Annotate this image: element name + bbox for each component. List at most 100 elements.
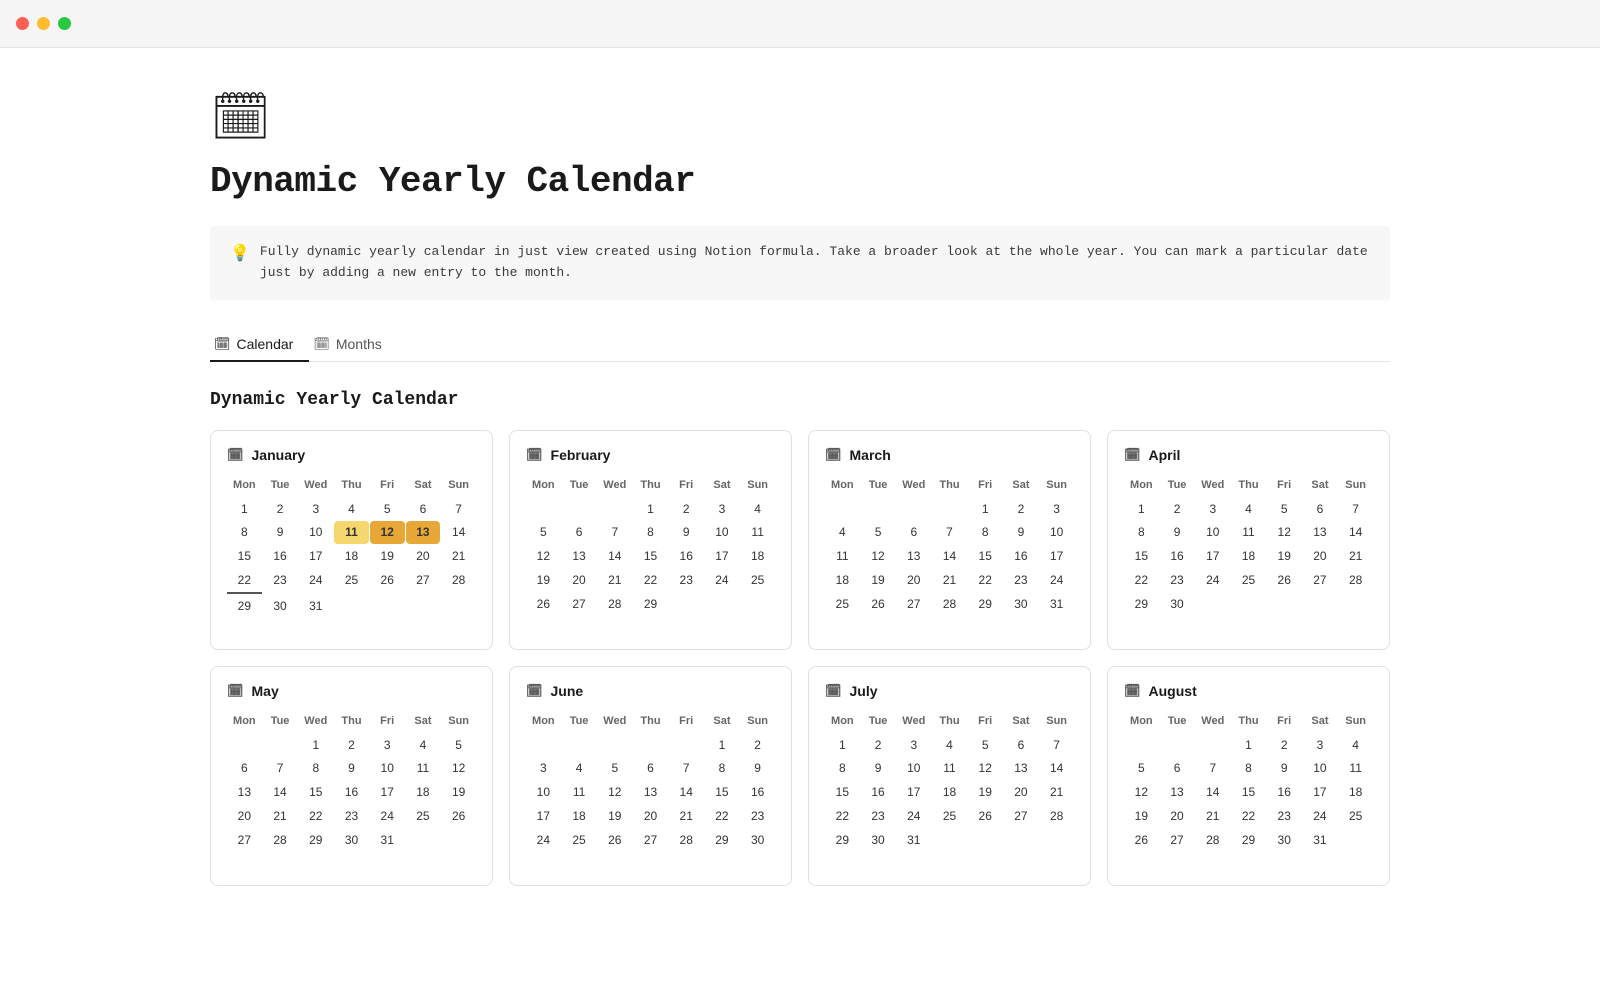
day-cell[interactable] [1195, 593, 1230, 616]
day-cell[interactable] [1039, 829, 1074, 852]
day-cell[interactable]: 8 [227, 521, 262, 544]
day-cell[interactable]: 21 [1195, 805, 1230, 828]
day-cell[interactable]: 17 [1039, 545, 1074, 568]
day-cell[interactable]: 1 [298, 734, 333, 757]
day-cell[interactable]: 16 [1160, 545, 1195, 568]
day-cell[interactable]: 26 [370, 569, 405, 594]
day-cell[interactable]: 27 [896, 593, 931, 616]
day-cell[interactable]: 14 [1039, 757, 1074, 780]
day-cell[interactable]: 1 [227, 498, 262, 521]
day-cell[interactable]: 22 [825, 805, 860, 828]
day-cell[interactable]: 8 [968, 521, 1003, 544]
day-cell[interactable]: 16 [669, 545, 704, 568]
day-cell[interactable]: 16 [740, 781, 775, 804]
day-cell[interactable]: 14 [441, 521, 476, 544]
day-cell[interactable] [406, 595, 441, 618]
day-cell[interactable]: 9 [1267, 757, 1302, 780]
day-cell[interactable]: 18 [740, 545, 775, 568]
day-cell[interactable]: 30 [861, 829, 896, 852]
day-cell[interactable]: 23 [740, 805, 775, 828]
day-cell[interactable]: 12 [1267, 521, 1302, 544]
day-cell[interactable]: 8 [825, 757, 860, 780]
day-cell[interactable]: 23 [669, 569, 704, 592]
day-cell[interactable]: 19 [370, 545, 405, 568]
day-cell[interactable]: 1 [1124, 498, 1159, 521]
day-cell[interactable]: 11 [1338, 757, 1373, 780]
day-cell[interactable]: 30 [1160, 593, 1195, 616]
day-cell[interactable]: 26 [968, 805, 1003, 828]
day-cell[interactable]: 11 [932, 757, 967, 780]
day-cell[interactable]: 22 [705, 805, 740, 828]
day-cell[interactable]: 18 [1231, 545, 1266, 568]
day-cell[interactable]: 31 [1039, 593, 1074, 616]
day-cell[interactable]: 15 [705, 781, 740, 804]
day-cell[interactable]: 12 [861, 545, 896, 568]
day-cell[interactable]: 23 [263, 569, 298, 594]
day-cell[interactable]: 13 [1160, 781, 1195, 804]
day-cell[interactable]: 3 [705, 498, 740, 521]
day-cell[interactable]: 16 [861, 781, 896, 804]
day-cell[interactable]: 9 [669, 521, 704, 544]
day-cell[interactable]: 24 [526, 829, 561, 852]
day-cell[interactable]: 5 [441, 734, 476, 757]
day-cell[interactable]: 9 [1160, 521, 1195, 544]
day-cell[interactable]: 12 [968, 757, 1003, 780]
day-cell[interactable]: 29 [705, 829, 740, 852]
day-cell[interactable] [1303, 593, 1338, 616]
day-cell[interactable]: 26 [597, 829, 632, 852]
day-cell[interactable]: 21 [932, 569, 967, 592]
day-cell[interactable]: 19 [597, 805, 632, 828]
day-cell[interactable]: 27 [406, 569, 441, 594]
day-cell[interactable]: 30 [263, 595, 298, 618]
minimize-button[interactable] [37, 17, 50, 30]
day-cell[interactable]: 6 [633, 757, 668, 780]
day-cell[interactable]: 18 [932, 781, 967, 804]
day-cell[interactable]: 12 [597, 781, 632, 804]
day-cell[interactable]: 2 [1160, 498, 1195, 521]
day-cell[interactable] [633, 734, 668, 757]
day-cell[interactable]: 24 [1039, 569, 1074, 592]
day-cell[interactable]: 7 [1195, 757, 1230, 780]
day-cell[interactable]: 26 [526, 593, 561, 616]
day-cell[interactable]: 6 [227, 757, 262, 780]
day-cell[interactable]: 20 [896, 569, 931, 592]
day-cell[interactable]: 9 [1004, 521, 1039, 544]
day-cell[interactable] [705, 593, 740, 616]
day-cell[interactable]: 6 [1004, 734, 1039, 757]
day-cell[interactable]: 20 [1303, 545, 1338, 568]
day-cell[interactable]: 16 [334, 781, 369, 804]
day-cell[interactable]: 18 [1338, 781, 1373, 804]
day-cell[interactable]: 27 [1160, 829, 1195, 852]
day-cell[interactable]: 15 [968, 545, 1003, 568]
day-cell[interactable]: 10 [370, 757, 405, 780]
day-cell[interactable]: 13 [633, 781, 668, 804]
day-cell[interactable]: 18 [334, 545, 369, 568]
day-cell[interactable]: 26 [1124, 829, 1159, 852]
day-cell[interactable]: 4 [1231, 498, 1266, 521]
day-cell[interactable] [597, 498, 632, 521]
day-cell[interactable]: 18 [825, 569, 860, 592]
day-cell[interactable]: 14 [669, 781, 704, 804]
day-cell[interactable]: 30 [740, 829, 775, 852]
day-cell[interactable]: 26 [861, 593, 896, 616]
day-cell[interactable] [526, 734, 561, 757]
day-cell[interactable]: 19 [861, 569, 896, 592]
day-cell[interactable]: 29 [633, 593, 668, 616]
day-cell[interactable] [1231, 593, 1266, 616]
day-cell[interactable] [406, 829, 441, 852]
day-cell[interactable]: 19 [441, 781, 476, 804]
day-cell[interactable]: 7 [1338, 498, 1373, 521]
day-cell[interactable] [1267, 593, 1302, 616]
day-cell[interactable]: 21 [669, 805, 704, 828]
day-cell[interactable]: 13 [896, 545, 931, 568]
day-cell[interactable] [896, 498, 931, 521]
day-cell[interactable] [669, 734, 704, 757]
day-cell[interactable]: 25 [406, 805, 441, 828]
day-cell[interactable]: 26 [441, 805, 476, 828]
day-cell[interactable]: 7 [441, 498, 476, 521]
day-cell[interactable]: 22 [1231, 805, 1266, 828]
day-cell[interactable]: 8 [633, 521, 668, 544]
day-cell[interactable]: 10 [896, 757, 931, 780]
day-cell[interactable]: 7 [669, 757, 704, 780]
day-cell[interactable] [263, 734, 298, 757]
